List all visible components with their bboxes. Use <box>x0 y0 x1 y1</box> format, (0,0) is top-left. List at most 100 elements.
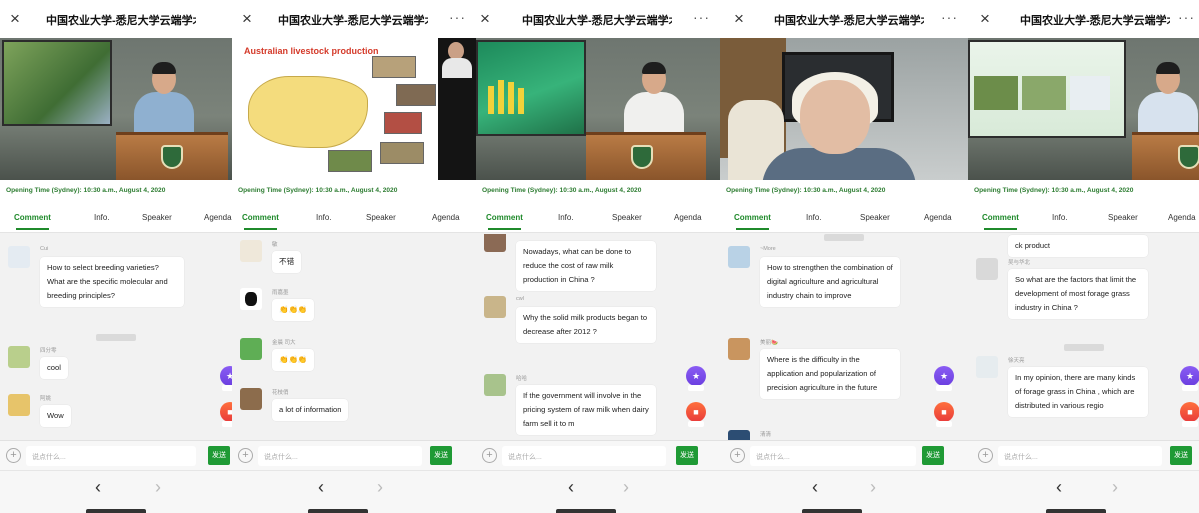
add-icon[interactable]: + <box>482 448 497 463</box>
tab-info[interactable]: Info. <box>94 213 110 222</box>
back-icon[interactable]: ‹ <box>95 477 101 498</box>
opening-time: Opening Time (Sydney): 10:30 a.m., Augus… <box>968 180 1199 202</box>
back-icon[interactable]: ‹ <box>1056 477 1062 498</box>
add-icon[interactable]: + <box>6 448 21 463</box>
live-video[interactable]: Australian livestock production <box>232 38 476 180</box>
username: 徐天亮 <box>1008 358 1025 364</box>
title-bar: × 中国农业大学-悉尼大学云端学术 ··· <box>720 0 968 38</box>
add-icon[interactable]: + <box>730 448 745 463</box>
tab-bar: Comment Info. Speaker Agenda <box>0 202 232 233</box>
gift-icon[interactable]: ★ <box>934 366 954 391</box>
comment-input[interactable]: 说点什么... <box>750 446 916 466</box>
comment-input-bar: + 说点什么... 发送 <box>232 440 476 470</box>
back-icon[interactable]: ‹ <box>318 477 324 498</box>
projection-screen <box>476 40 586 136</box>
opening-time: Opening Time (Sydney): 10:30 a.m., Augus… <box>720 180 968 202</box>
tab-speaker[interactable]: Speaker <box>860 213 890 222</box>
send-button[interactable]: 发送 <box>430 446 452 465</box>
document-icon[interactable]: ■ <box>686 402 706 427</box>
window-title: 中国农业大学-悉尼大学云端学术 <box>278 15 428 27</box>
send-button[interactable]: 发送 <box>922 446 944 465</box>
forward-icon[interactable]: › <box>623 477 629 498</box>
avatar <box>240 388 262 410</box>
tab-agenda[interactable]: Agenda <box>432 213 460 222</box>
comment-input[interactable]: 说点什么... <box>26 446 196 466</box>
document-icon[interactable]: ■ <box>934 402 954 427</box>
lectern <box>586 132 706 180</box>
comment-input-bar: + 说点什么... 发送 <box>476 440 720 470</box>
forward-icon[interactable]: › <box>870 477 876 498</box>
forward-icon[interactable]: › <box>377 477 383 498</box>
tab-comment[interactable]: Comment <box>14 213 51 230</box>
title-bar: × 中国农业大学-悉尼大学云端学术 <box>0 0 232 38</box>
live-video[interactable] <box>476 38 720 180</box>
tab-comment[interactable]: Comment <box>734 213 771 230</box>
comment-input[interactable]: 说点什么... <box>258 446 422 466</box>
comment-list[interactable]: ~More How to strengthen the combination … <box>720 234 968 440</box>
tab-agenda[interactable]: Agenda <box>924 213 952 222</box>
comment-input[interactable]: 说点什么... <box>502 446 666 466</box>
live-video[interactable] <box>968 38 1199 180</box>
tab-comment[interactable]: Comment <box>486 213 523 230</box>
tab-comment[interactable]: Comment <box>242 213 279 230</box>
avatar <box>484 374 506 396</box>
add-icon[interactable]: + <box>978 448 993 463</box>
close-icon[interactable]: × <box>10 10 20 27</box>
forward-icon[interactable]: › <box>1112 477 1118 498</box>
comment-input-bar: + 说点什么... 发送 <box>968 440 1199 470</box>
send-button[interactable]: 发送 <box>1170 446 1192 465</box>
more-icon[interactable]: ··· <box>693 9 710 25</box>
tab-comment[interactable]: Comment <box>982 213 1019 230</box>
tab-speaker[interactable]: Speaker <box>612 213 642 222</box>
message-text: Nowadays, what can be done to reduce the… <box>516 241 656 291</box>
message-text: 👏👏👏 <box>272 349 315 371</box>
comment-list[interactable]: ck product 吴与华北 So what are the factors … <box>968 234 1199 440</box>
tab-agenda[interactable]: Agenda <box>204 213 232 222</box>
list-item: 敏 不错 <box>240 240 472 280</box>
forward-icon[interactable]: › <box>155 477 161 498</box>
username: 哈哈 <box>516 376 528 382</box>
avatar <box>728 338 750 360</box>
comment-list[interactable]: Cui How to select breeding varieties? Wh… <box>0 234 232 440</box>
avatar <box>240 240 262 262</box>
close-icon[interactable]: × <box>980 10 990 27</box>
gift-icon[interactable]: ★ <box>1180 366 1199 391</box>
more-icon[interactable]: ··· <box>1178 9 1195 25</box>
tab-speaker[interactable]: Speaker <box>142 213 172 222</box>
list-item: Nowadays, what can be done to reduce the… <box>484 234 716 291</box>
back-icon[interactable]: ‹ <box>568 477 574 498</box>
live-video[interactable] <box>720 38 968 180</box>
tab-info[interactable]: Info. <box>1052 213 1068 222</box>
tab-info[interactable]: Info. <box>558 213 574 222</box>
message-text: If the government will involve in the pr… <box>516 385 656 435</box>
gift-icon[interactable]: ★ <box>686 366 706 391</box>
tab-info[interactable]: Info. <box>806 213 822 222</box>
tab-info[interactable]: Info. <box>316 213 332 222</box>
more-icon[interactable]: ··· <box>449 9 466 25</box>
live-video[interactable] <box>0 38 232 180</box>
comment-list[interactable]: 敏 不错 雨嘉墨 👏👏👏 金晨 司大 👏👏👏 花枝俏 a lot of info… <box>232 234 476 440</box>
comment-list[interactable]: Nowadays, what can be done to reduce the… <box>476 234 720 440</box>
message-text: In my opinion, there are many kinds of f… <box>1008 367 1148 417</box>
tab-agenda[interactable]: Agenda <box>1168 213 1196 222</box>
close-icon[interactable]: × <box>734 10 744 27</box>
university-emblem-icon <box>1178 145 1199 169</box>
tab-speaker[interactable]: Speaker <box>366 213 396 222</box>
avatar <box>240 338 262 360</box>
tab-agenda[interactable]: Agenda <box>674 213 702 222</box>
more-icon[interactable]: ··· <box>941 9 958 25</box>
slide-photo <box>328 150 372 172</box>
list-item: 金晨 司大 👏👏👏 <box>240 338 472 378</box>
browser-nav-bar: ‹ › <box>232 470 476 513</box>
message-text: Wow <box>40 405 71 427</box>
close-icon[interactable]: × <box>242 10 252 27</box>
tab-speaker[interactable]: Speaker <box>1108 213 1138 222</box>
close-icon[interactable]: × <box>480 10 490 27</box>
comment-input[interactable]: 说点什么... <box>998 446 1162 466</box>
tab-bar: Comment Info. Speaker Agenda <box>476 202 720 233</box>
document-icon[interactable]: ■ <box>1180 402 1199 427</box>
back-icon[interactable]: ‹ <box>812 477 818 498</box>
add-icon[interactable]: + <box>238 448 253 463</box>
send-button[interactable]: 发送 <box>208 446 230 465</box>
send-button[interactable]: 发送 <box>676 446 698 465</box>
